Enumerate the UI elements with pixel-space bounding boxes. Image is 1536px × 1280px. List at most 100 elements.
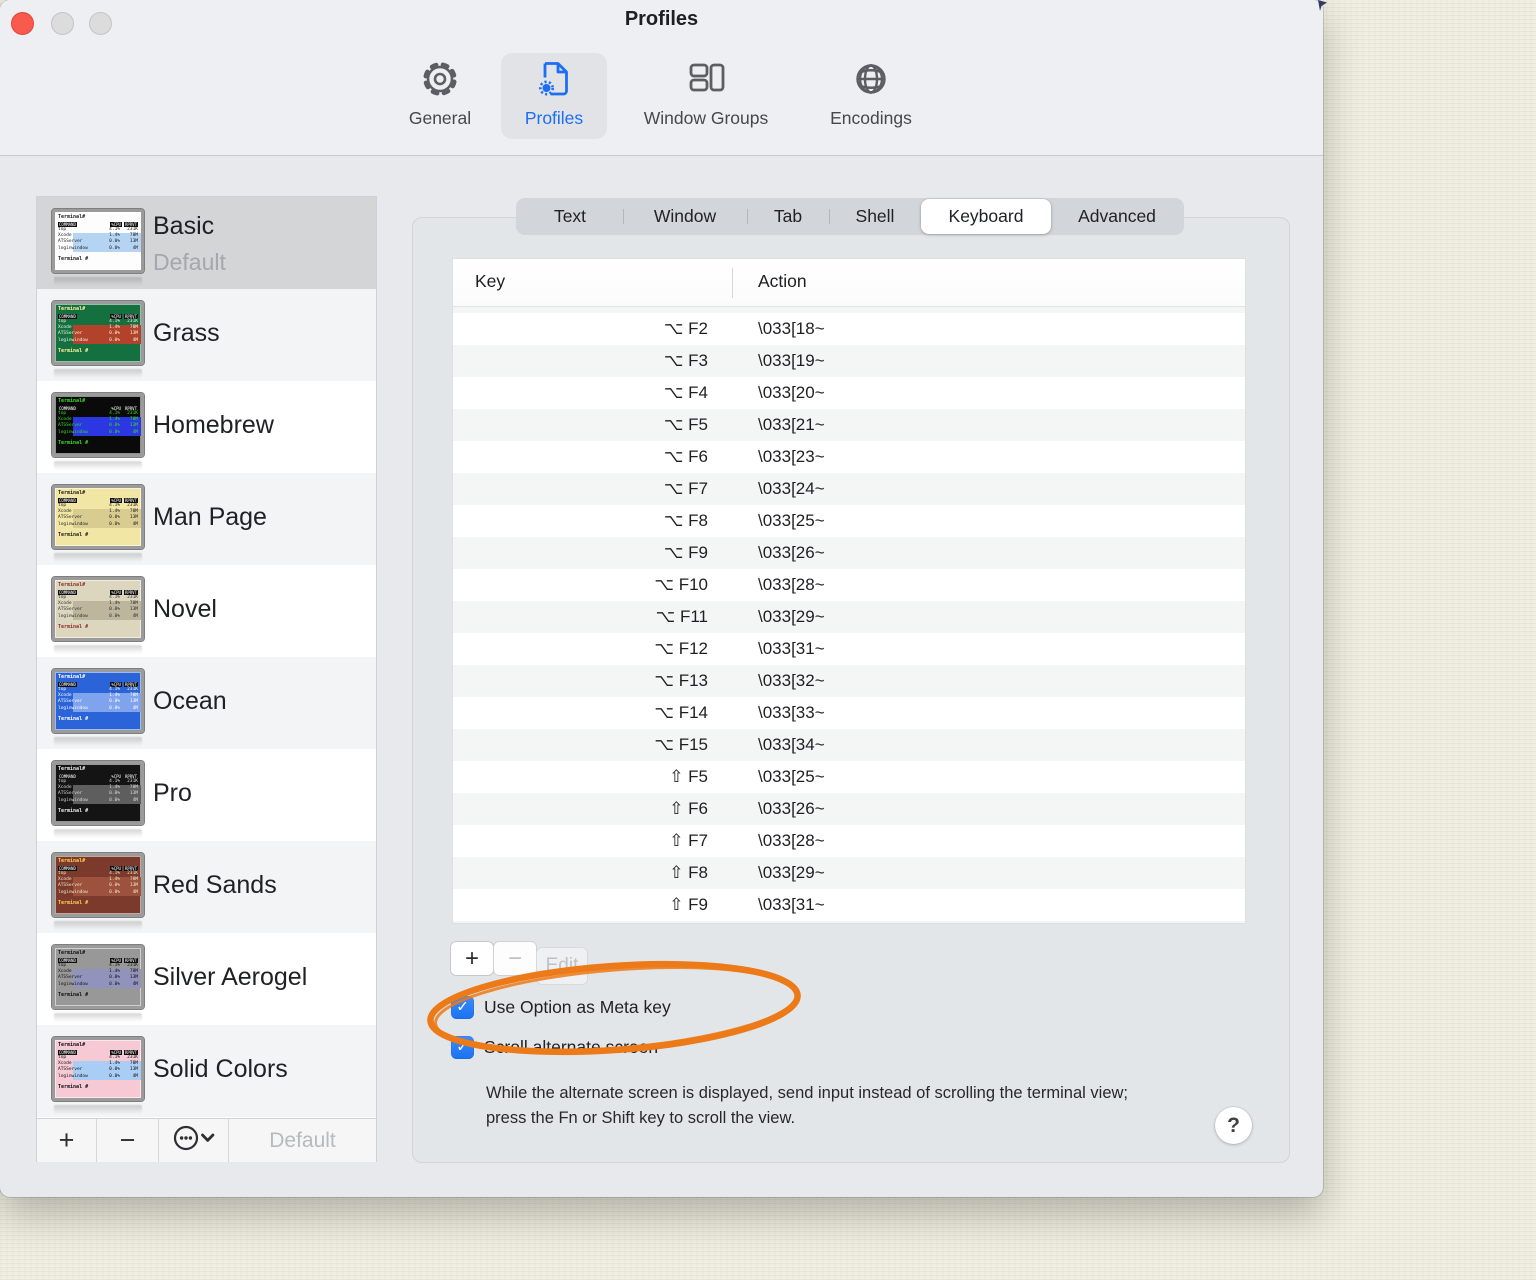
action-cell: \033[34~	[758, 735, 825, 754]
key-cell: ⌥ F4	[663, 383, 708, 402]
column-header-action[interactable]: Action	[758, 271, 807, 292]
key-mapping-row[interactable]: ⌥ F3 \033[19~	[453, 345, 1245, 377]
key-mapping-row[interactable]: ⌥ F11 \033[29~	[453, 601, 1245, 633]
column-divider[interactable]	[732, 268, 733, 298]
thumb-footer: Terminal #	[58, 439, 89, 446]
key-mapping-row[interactable]: ⌥ F15 \033[34~	[453, 729, 1245, 761]
window-groups-icon	[621, 56, 791, 102]
key-mapping-row[interactable]: ⌥ F14 \033[33~	[453, 697, 1245, 729]
add-profile-button[interactable]: +	[37, 1119, 97, 1162]
action-cell: \033[31~	[758, 895, 825, 914]
thumbnail-reflection	[54, 1013, 142, 1022]
key-cell: ⌥ F8	[663, 511, 708, 530]
toolbar-item-general[interactable]: General	[390, 56, 490, 129]
key-mapping-row[interactable]: ⌥ F9 \033[26~	[453, 537, 1245, 569]
tab-keyboard[interactable]: Keyboard	[921, 199, 1051, 234]
titlebar: Profiles General Profiles Window Groups …	[0, 0, 1323, 156]
thumbnail-reflection	[54, 1105, 142, 1114]
profile-tabs: Text Window Tab Shell Keyboard Advanced	[516, 198, 1184, 235]
more-actions-button[interactable]	[159, 1119, 229, 1162]
toolbar-item-encodings[interactable]: Encodings	[801, 56, 941, 129]
scroll-alternate-screen-label: Scroll alternate screen	[484, 1037, 659, 1057]
action-cell: \033[29~	[758, 863, 825, 882]
profile-thumbnail: Terminal# COMMAND %CPU RPRVT top 4.1% 231K…	[51, 668, 145, 734]
key-mapping-row[interactable]: ⌥ F2 \033[18~	[453, 313, 1245, 345]
key-mapping-row[interactable]: ⌥ F6 \033[23~	[453, 441, 1245, 473]
profile-thumbnail: Terminal# COMMAND %CPU RPRVT top 4.1% 231K…	[51, 576, 145, 642]
key-mapping-row[interactable]: ⌥ F13 \033[32~	[453, 665, 1245, 697]
tab-advanced[interactable]: Advanced	[1051, 199, 1183, 234]
thumb-title: Terminal#	[58, 398, 86, 404]
thumb-col-cpu: %CPU	[110, 589, 122, 595]
thumb-col-command: COMMAND	[58, 405, 77, 411]
profile-list-item-silver-aerogel[interactable]: Terminal# COMMAND %CPU RPRVT top 4.1% 231K…	[37, 933, 376, 1025]
thumbnail-reflection	[54, 737, 142, 746]
use-option-as-meta-key-checkbox[interactable]: ✓	[451, 996, 474, 1019]
circle-ellipsis-chevron-icon	[171, 1123, 217, 1158]
profile-list-item-grass[interactable]: Terminal# COMMAND %CPU RPRVT top 4.1% 231K…	[37, 289, 376, 381]
profile-list-item-man-page[interactable]: Terminal# COMMAND %CPU RPRVT top 4.1% 231K…	[37, 473, 376, 565]
key-mapping-row[interactable]: ⌥ F7 \033[24~	[453, 473, 1245, 505]
tab-window[interactable]: Window	[623, 199, 747, 234]
use-option-as-meta-key-label: Use Option as Meta key	[484, 997, 671, 1017]
action-cell: \033[19~	[758, 351, 825, 370]
profile-list-item-homebrew[interactable]: Terminal# COMMAND %CPU RPRVT top 4.1% 231K…	[37, 381, 376, 473]
key-mapping-row[interactable]: ⌥ F10 \033[28~	[453, 569, 1245, 601]
remove-key-mapping-button[interactable]: −	[493, 941, 537, 976]
profile-list-item-red-sands[interactable]: Terminal# COMMAND %CPU RPRVT top 4.1% 231K…	[37, 841, 376, 933]
toolbar-item-window-groups[interactable]: Window Groups	[621, 56, 791, 129]
tab-text[interactable]: Text	[517, 199, 623, 234]
cursor-fragment	[1318, 0, 1327, 11]
profile-thumbnail: Terminal# COMMAND %CPU RPRVT top 4.1% 231K…	[51, 484, 145, 550]
key-mapping-row[interactable]: ⇧ F9 \033[31~	[453, 889, 1245, 921]
column-header-key[interactable]: Key	[475, 271, 505, 292]
thumb-row: loginwindow 0.0% 4M	[55, 889, 141, 896]
remove-profile-button[interactable]: −	[97, 1119, 159, 1162]
profile-list-item-novel[interactable]: Terminal# COMMAND %CPU RPRVT top 4.1% 231K…	[37, 565, 376, 657]
key-cell: ⌥ F10	[654, 575, 708, 594]
scroll-alternate-screen-checkbox[interactable]: ✓	[451, 1036, 474, 1059]
preferences-toolbar: General Profiles Window Groups Encodings	[0, 50, 1323, 146]
key-cell: ⌥ F13	[654, 671, 708, 690]
key-mapping-row[interactable]: ⌥ F4 \033[20~	[453, 377, 1245, 409]
add-key-mapping-button[interactable]: +	[450, 941, 494, 976]
thumb-footer: Terminal #	[58, 991, 89, 998]
thumb-col-command: COMMAND	[58, 221, 77, 227]
checkmark-icon: ✓	[456, 998, 469, 1016]
key-mapping-row[interactable]: ⇧ F6 \033[26~	[453, 793, 1245, 825]
tab-tab[interactable]: Tab	[747, 199, 829, 234]
tab-shell[interactable]: Shell	[829, 199, 921, 234]
thumbnail-reflection	[54, 461, 142, 470]
profile-name: Ocean	[153, 687, 227, 715]
thumb-col-command: COMMAND	[58, 497, 77, 503]
profile-list-item-basic[interactable]: Terminal# COMMAND %CPU RPRVT top 4.1% 231K…	[37, 197, 376, 289]
thumb-col-command: COMMAND	[58, 589, 77, 595]
thumb-col-rprvt: RPRVT	[123, 773, 138, 779]
thumb-title: Terminal#	[58, 858, 86, 864]
thumb-col-rprvt: RPRVT	[123, 405, 138, 411]
key-mapping-row[interactable]: ⇧ F8 \033[29~	[453, 857, 1245, 889]
edit-key-mapping-button[interactable]: Edit	[536, 947, 588, 985]
help-button[interactable]: ?	[1215, 1107, 1252, 1144]
profile-list-item-pro[interactable]: Terminal# COMMAND %CPU RPRVT top 4.1% 231K…	[37, 749, 376, 841]
thumb-footer: Terminal #	[58, 255, 89, 262]
thumb-row: loginwindow 0.0% 4M	[55, 429, 141, 436]
toolbar-item-profiles[interactable]: Profiles	[504, 56, 604, 129]
default-button[interactable]: Default	[229, 1119, 376, 1162]
globe-icon	[801, 56, 941, 102]
key-cell: ⌥ F11	[655, 607, 708, 626]
key-mapping-row[interactable]: ⌥ F5 \033[21~	[453, 409, 1245, 441]
key-mapping-row[interactable]: ⇧ F5 \033[25~	[453, 761, 1245, 793]
action-cell: \033[32~	[758, 671, 825, 690]
thumb-title: Terminal#	[58, 1042, 86, 1048]
key-mapping-row[interactable]: ⇧ F7 \033[28~	[453, 825, 1245, 857]
thumbnail-reflection	[54, 277, 142, 286]
key-mapping-row[interactable]: ⌥ F12 \033[31~	[453, 633, 1245, 665]
thumb-col-command: COMMAND	[58, 773, 77, 779]
profile-list-item-ocean[interactable]: Terminal# COMMAND %CPU RPRVT top 4.1% 231K…	[37, 657, 376, 749]
profile-document-icon	[504, 56, 604, 102]
gear-icon	[390, 56, 490, 102]
profile-name: Silver Aerogel	[153, 963, 308, 991]
key-mapping-row[interactable]: ⌥ F8 \033[25~	[453, 505, 1245, 537]
profile-list-item-solid-colors[interactable]: Terminal# COMMAND %CPU RPRVT top 4.1% 231K…	[37, 1025, 376, 1117]
